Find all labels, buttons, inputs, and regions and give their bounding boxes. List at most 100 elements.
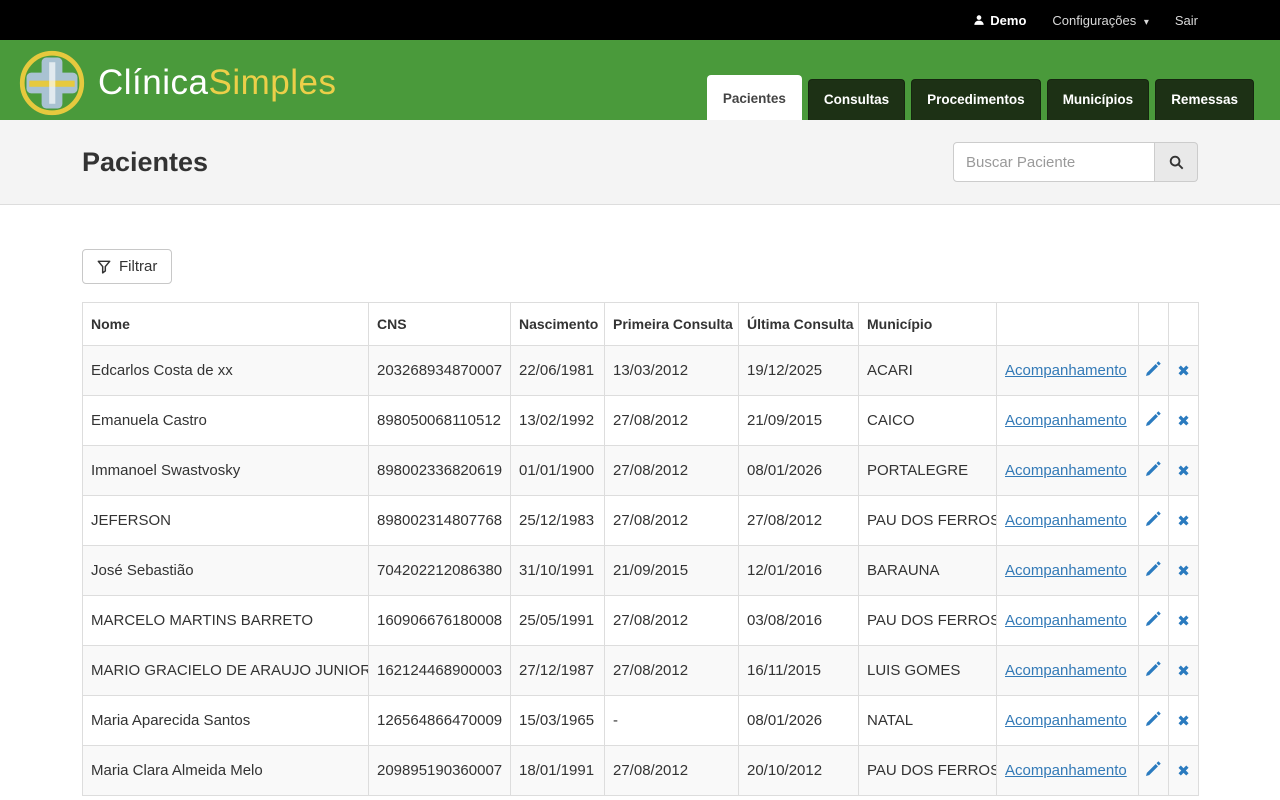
- acompanhamento-link[interactable]: Acompanhamento: [1005, 512, 1127, 529]
- acompanhamento-link[interactable]: Acompanhamento: [1005, 612, 1127, 629]
- cell-nome: Emanuela Castro: [83, 396, 369, 446]
- cell-nome: JEFERSON: [83, 496, 369, 546]
- patients-tbody: Edcarlos Costa de xx 203268934870007 22/…: [83, 346, 1199, 796]
- main-navbar: ClínicaSimples PacientesConsultasProcedi…: [0, 40, 1280, 120]
- search-input[interactable]: [953, 142, 1155, 182]
- cell-cns: 898002336820619: [369, 446, 511, 496]
- delete-icon[interactable]: ✖: [1177, 462, 1190, 480]
- delete-icon[interactable]: ✖: [1177, 762, 1190, 780]
- cell-cns: 126564866470009: [369, 696, 511, 746]
- cell-cns: 203268934870007: [369, 346, 511, 396]
- cell-municipio: NATAL: [859, 696, 997, 746]
- page-title: Pacientes: [82, 147, 208, 178]
- nav-tabs: PacientesConsultasProcedimentosMunicípio…: [707, 75, 1254, 120]
- edit-icon[interactable]: [1146, 761, 1161, 780]
- cell-ultima-consulta: 12/01/2016: [739, 546, 859, 596]
- tab-procedimentos: Procedimentos: [911, 79, 1041, 120]
- cell-ultima-consulta: 16/11/2015: [739, 646, 859, 696]
- search-button[interactable]: [1155, 142, 1198, 182]
- table-header-row: Nome CNS Nascimento Primeira Consulta Úl…: [83, 303, 1199, 346]
- delete-icon[interactable]: ✖: [1177, 412, 1190, 430]
- cell-municipio: PORTALEGRE: [859, 446, 997, 496]
- filter-button[interactable]: Filtrar: [82, 249, 172, 284]
- cell-cns: 704202212086380: [369, 546, 511, 596]
- cell-cns: 209895190360007: [369, 746, 511, 796]
- cell-cns: 162124468900003: [369, 646, 511, 696]
- acompanhamento-link[interactable]: Acompanhamento: [1005, 362, 1127, 379]
- cell-primeira-consulta: 21/09/2015: [605, 546, 739, 596]
- cell-primeira-consulta: 27/08/2012: [605, 496, 739, 546]
- cell-ultima-consulta: 27/08/2012: [739, 496, 859, 546]
- table-row: Maria Clara Almeida Melo 209895190360007…: [83, 746, 1199, 796]
- edit-icon[interactable]: [1146, 361, 1161, 380]
- acompanhamento-link[interactable]: Acompanhamento: [1005, 762, 1127, 779]
- user-menu[interactable]: Demo: [973, 13, 1026, 28]
- cell-nascimento: 25/12/1983: [511, 496, 605, 546]
- brand-name: ClínicaSimples: [98, 63, 336, 103]
- cell-nome: Immanoel Swastvosky: [83, 446, 369, 496]
- cell-primeira-consulta: 27/08/2012: [605, 446, 739, 496]
- tab-consultas: Consultas: [808, 79, 905, 120]
- col-acompanhamento: [997, 303, 1139, 346]
- acompanhamento-link[interactable]: Acompanhamento: [1005, 412, 1127, 429]
- funnel-icon: [97, 260, 111, 274]
- cell-municipio: PAU DOS FERROS: [859, 596, 997, 646]
- cell-ultima-consulta: 21/09/2015: [739, 396, 859, 446]
- col-delete: [1169, 303, 1199, 346]
- tab-link-consultas[interactable]: Consultas: [808, 79, 905, 120]
- tab-link-pacientes[interactable]: Pacientes: [707, 75, 802, 120]
- col-primeira-consulta: Primeira Consulta: [605, 303, 739, 346]
- settings-menu[interactable]: Configurações ▾: [1052, 13, 1148, 28]
- search-icon: [1169, 155, 1184, 170]
- delete-icon[interactable]: ✖: [1177, 662, 1190, 680]
- tab-link-municipios[interactable]: Municípios: [1047, 79, 1150, 120]
- cell-primeira-consulta: 13/03/2012: [605, 346, 739, 396]
- table-row: Edcarlos Costa de xx 203268934870007 22/…: [83, 346, 1199, 396]
- tab-link-procedimentos[interactable]: Procedimentos: [911, 79, 1041, 120]
- table-row: MARIO GRACIELO DE ARAUJO JUNIOR 16212446…: [83, 646, 1199, 696]
- cell-municipio: LUIS GOMES: [859, 646, 997, 696]
- cell-ultima-consulta: 20/10/2012: [739, 746, 859, 796]
- edit-icon[interactable]: [1146, 461, 1161, 480]
- delete-icon[interactable]: ✖: [1177, 562, 1190, 580]
- delete-icon[interactable]: ✖: [1177, 512, 1190, 530]
- cell-cns: 160906676180008: [369, 596, 511, 646]
- acompanhamento-link[interactable]: Acompanhamento: [1005, 712, 1127, 729]
- delete-icon[interactable]: ✖: [1177, 362, 1190, 380]
- acompanhamento-link[interactable]: Acompanhamento: [1005, 562, 1127, 579]
- cell-municipio: BARAUNA: [859, 546, 997, 596]
- table-row: Maria Aparecida Santos 126564866470009 1…: [83, 696, 1199, 746]
- chevron-down-icon: ▾: [1144, 17, 1149, 28]
- col-ultima-consulta: Última Consulta: [739, 303, 859, 346]
- cell-municipio: PAU DOS FERROS: [859, 496, 997, 546]
- delete-icon[interactable]: ✖: [1177, 712, 1190, 730]
- edit-icon[interactable]: [1146, 561, 1161, 580]
- logout-link[interactable]: Sair: [1175, 13, 1198, 28]
- brand-logo[interactable]: ClínicaSimples: [18, 49, 336, 117]
- tab-link-remessas[interactable]: Remessas: [1155, 79, 1254, 120]
- col-edit: [1139, 303, 1169, 346]
- cell-cns: 898050068110512: [369, 396, 511, 446]
- cell-nome: Maria Clara Almeida Melo: [83, 746, 369, 796]
- cell-nome: José Sebastião: [83, 546, 369, 596]
- cell-primeira-consulta: 27/08/2012: [605, 646, 739, 696]
- cell-nascimento: 01/01/1900: [511, 446, 605, 496]
- edit-icon[interactable]: [1146, 611, 1161, 630]
- acompanhamento-link[interactable]: Acompanhamento: [1005, 662, 1127, 679]
- table-row: JEFERSON 898002314807768 25/12/1983 27/0…: [83, 496, 1199, 546]
- edit-icon[interactable]: [1146, 511, 1161, 530]
- patients-table: Nome CNS Nascimento Primeira Consulta Úl…: [82, 302, 1199, 796]
- col-nome: Nome: [83, 303, 369, 346]
- col-municipio: Município: [859, 303, 997, 346]
- user-icon: [973, 14, 985, 26]
- edit-icon[interactable]: [1146, 661, 1161, 680]
- cell-municipio: ACARI: [859, 346, 997, 396]
- cell-municipio: PAU DOS FERROS: [859, 746, 997, 796]
- acompanhamento-link[interactable]: Acompanhamento: [1005, 462, 1127, 479]
- delete-icon[interactable]: ✖: [1177, 612, 1190, 630]
- edit-icon[interactable]: [1146, 411, 1161, 430]
- edit-icon[interactable]: [1146, 711, 1161, 730]
- cell-nascimento: 15/03/1965: [511, 696, 605, 746]
- cell-nascimento: 13/02/1992: [511, 396, 605, 446]
- cell-nascimento: 25/05/1991: [511, 596, 605, 646]
